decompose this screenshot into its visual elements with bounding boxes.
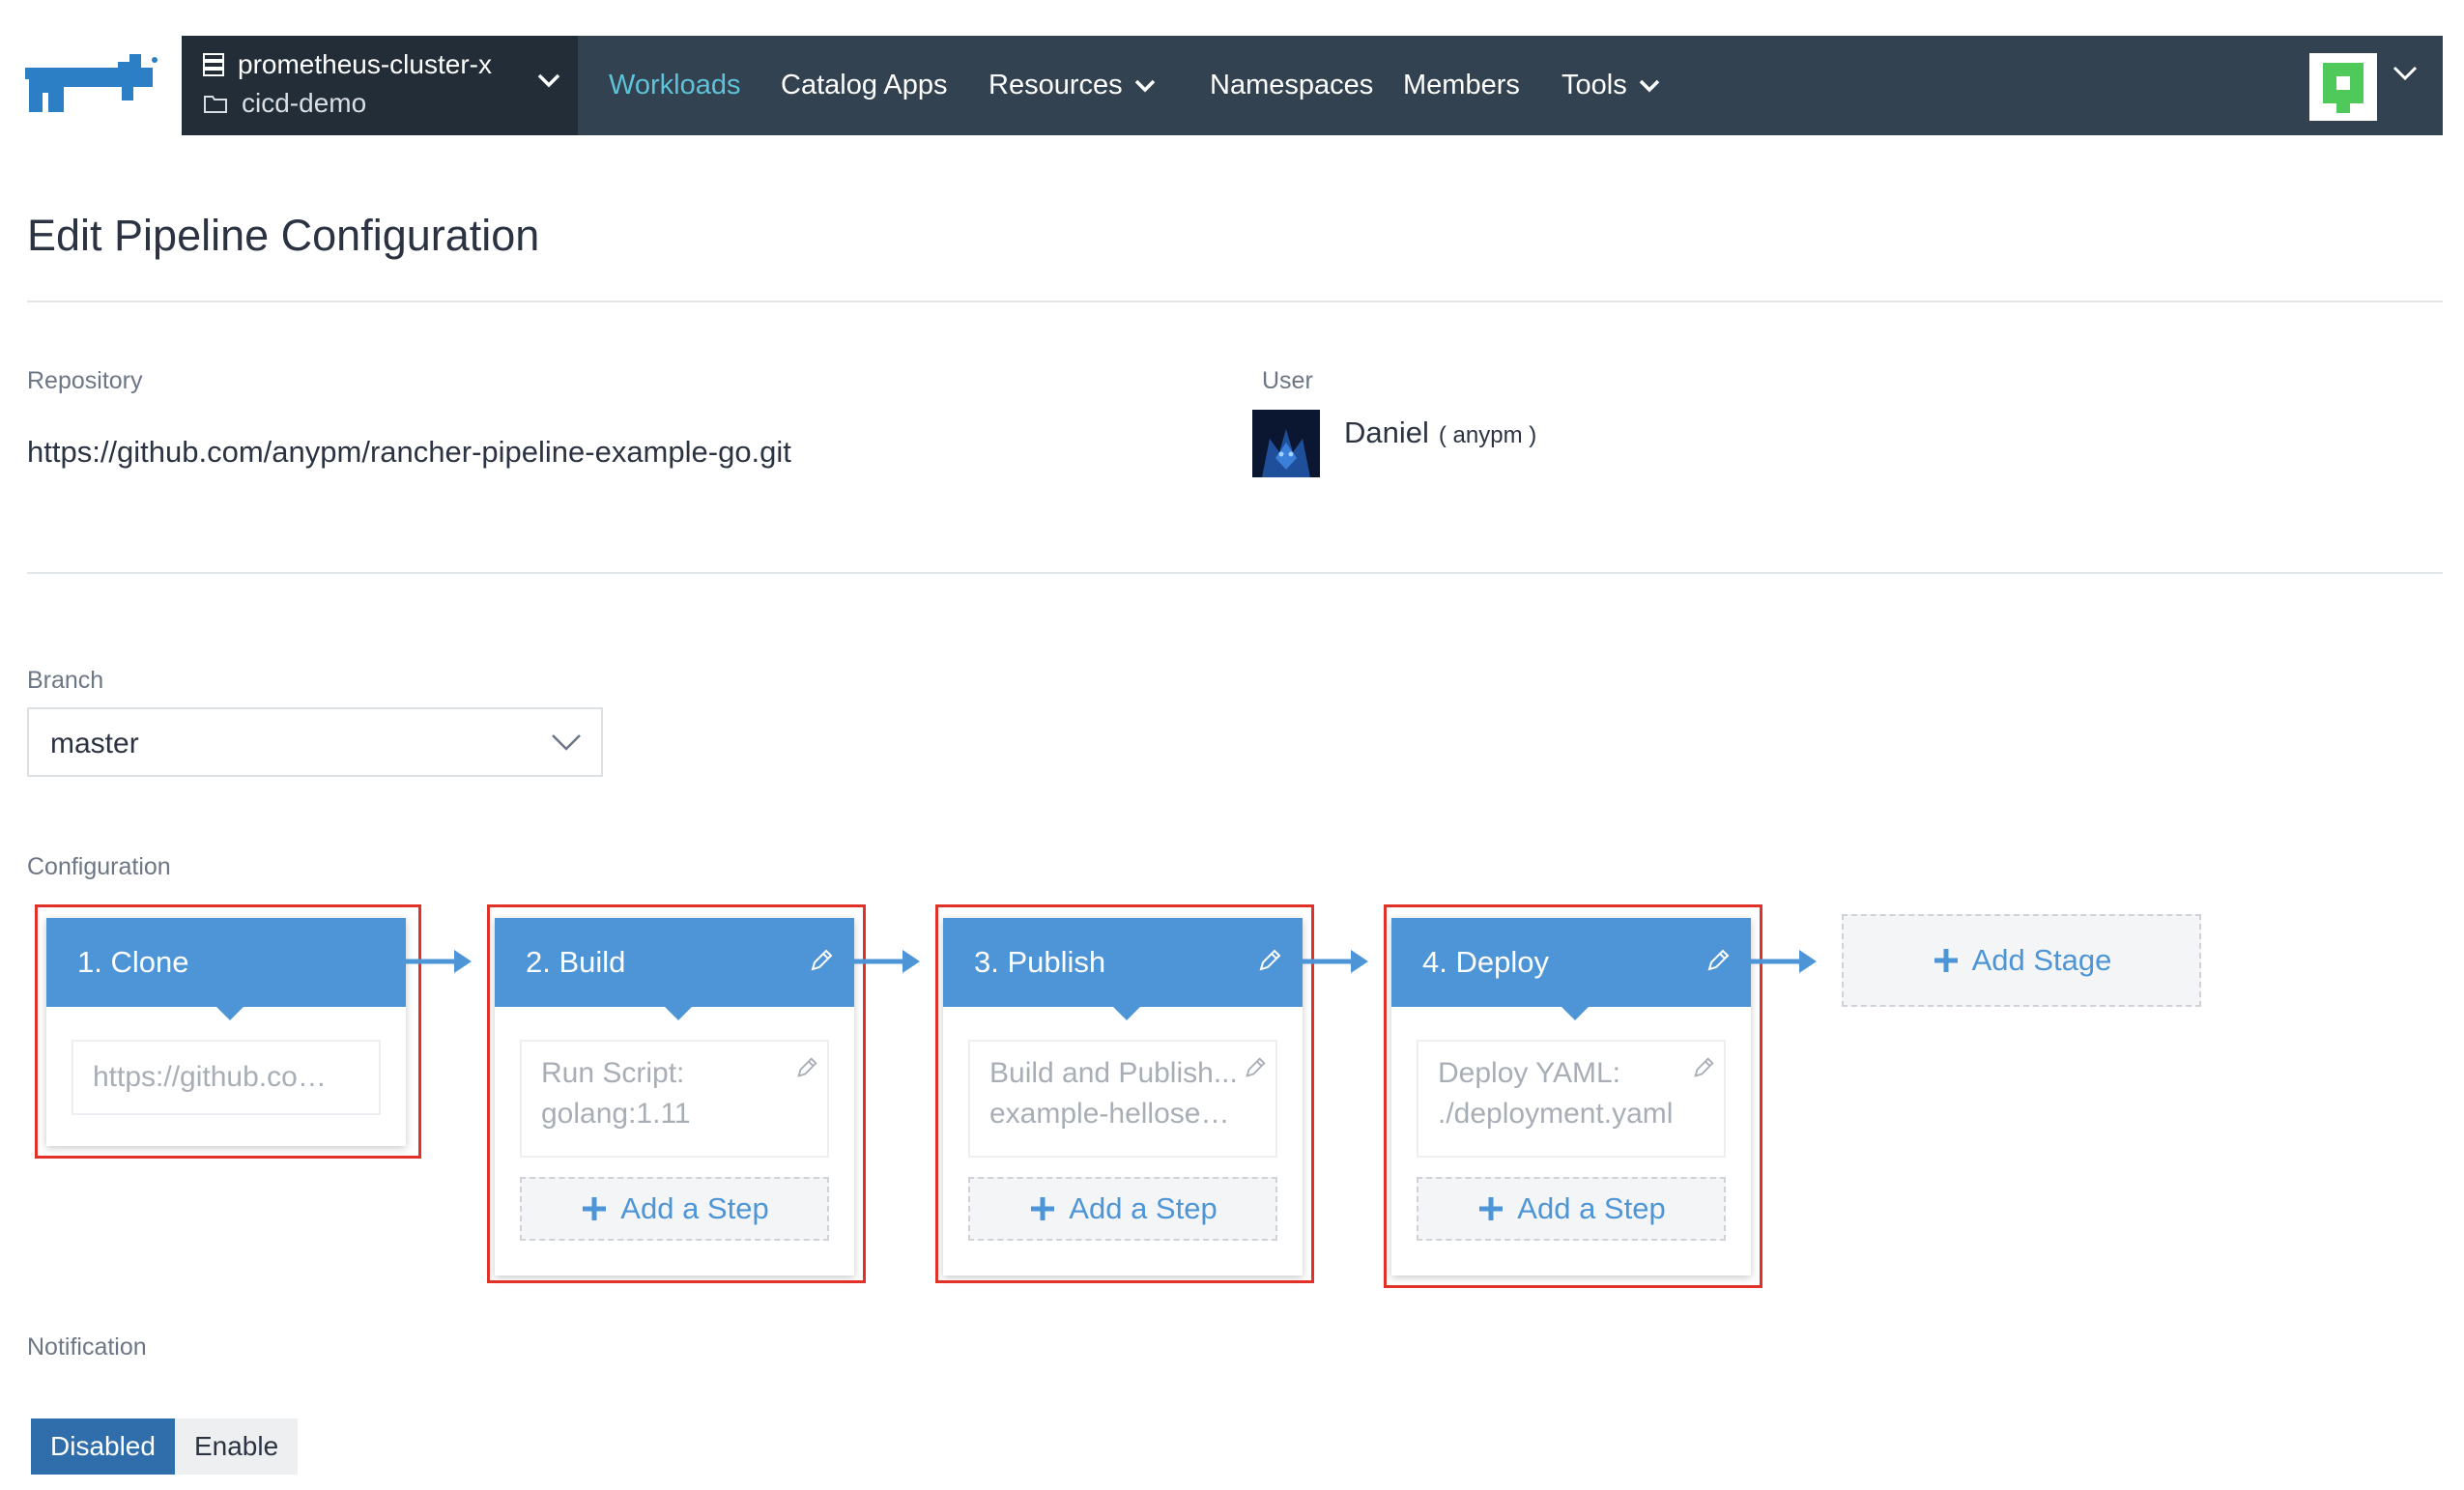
nav-members[interactable]: Members: [1403, 36, 1520, 135]
branch-value: master: [50, 728, 139, 759]
page-title: Edit Pipeline Configuration: [27, 211, 540, 260]
user-label: User: [1262, 367, 1313, 394]
arrow-right-icon: [1303, 950, 1368, 973]
highlight-box: [935, 904, 1314, 1283]
configuration-label: Configuration: [27, 853, 171, 880]
arrow-right-icon: [406, 950, 472, 973]
arrow-right-icon: [854, 950, 920, 973]
nav-namespaces-label: Namespaces: [1210, 70, 1374, 100]
branch-label: Branch: [27, 667, 104, 694]
chevron-down-icon[interactable]: [537, 72, 560, 88]
plus-icon: [1934, 949, 1958, 972]
notification-label: Notification: [27, 1333, 147, 1361]
nav-catalog-apps[interactable]: Catalog Apps: [781, 36, 948, 135]
folder-icon: [204, 96, 227, 113]
top-navigation-bar: prometheus-cluster-x cicd-demo Workloads…: [182, 36, 2443, 135]
highlight-box: [35, 904, 421, 1159]
highlight-box: [487, 904, 866, 1283]
add-stage-label: Add Stage: [1971, 943, 2112, 977]
project-row: cicd-demo: [203, 88, 366, 119]
user-display: Daniel ( anypm ): [1344, 415, 1536, 450]
nav-catalog-apps-label: Catalog Apps: [781, 70, 948, 100]
repository-url: https://github.com/anypm/rancher-pipelin…: [27, 435, 791, 469]
cluster-name: prometheus-cluster-x: [238, 49, 492, 79]
rancher-logo-icon[interactable]: [25, 54, 160, 120]
notification-disabled-button[interactable]: Disabled: [31, 1418, 175, 1475]
chevron-down-icon: [552, 734, 581, 751]
repository-label: Repository: [27, 367, 143, 394]
identicon-icon: [2323, 63, 2364, 113]
user-menu-avatar[interactable]: [2309, 53, 2377, 121]
cluster-project-switcher[interactable]: prometheus-cluster-x cicd-demo: [182, 36, 578, 135]
nav-resources[interactable]: Resources: [988, 36, 1156, 135]
user-avatar: [1252, 410, 1320, 477]
chevron-down-icon: [1639, 79, 1659, 92]
nav-resources-label: Resources: [988, 70, 1123, 100]
nav-tools-label: Tools: [1561, 70, 1627, 100]
project-name: cicd-demo: [242, 88, 367, 118]
chevron-down-icon[interactable]: [2392, 65, 2418, 82]
branch-select[interactable]: master: [27, 707, 603, 777]
notification-toggle: Disabled Enable: [31, 1418, 299, 1475]
arrow-right-icon: [1751, 950, 1817, 973]
notification-enable-button[interactable]: Enable: [174, 1418, 299, 1475]
cluster-row: prometheus-cluster-x: [203, 49, 492, 80]
nav-tools[interactable]: Tools: [1561, 36, 1660, 135]
nav-members-label: Members: [1403, 70, 1520, 100]
divider: [27, 301, 2443, 302]
divider: [27, 572, 2443, 574]
nav-workloads-label: Workloads: [609, 70, 741, 100]
user-name: Daniel: [1344, 415, 1429, 449]
nav-namespaces[interactable]: Namespaces: [1210, 36, 1373, 135]
user-login: ( anypm ): [1438, 422, 1537, 448]
add-stage-button[interactable]: Add Stage: [1842, 914, 2201, 1007]
highlight-box: [1384, 904, 1762, 1288]
chevron-down-icon: [1134, 79, 1155, 92]
nav-workloads[interactable]: Workloads: [609, 36, 740, 135]
server-icon: [203, 53, 224, 76]
